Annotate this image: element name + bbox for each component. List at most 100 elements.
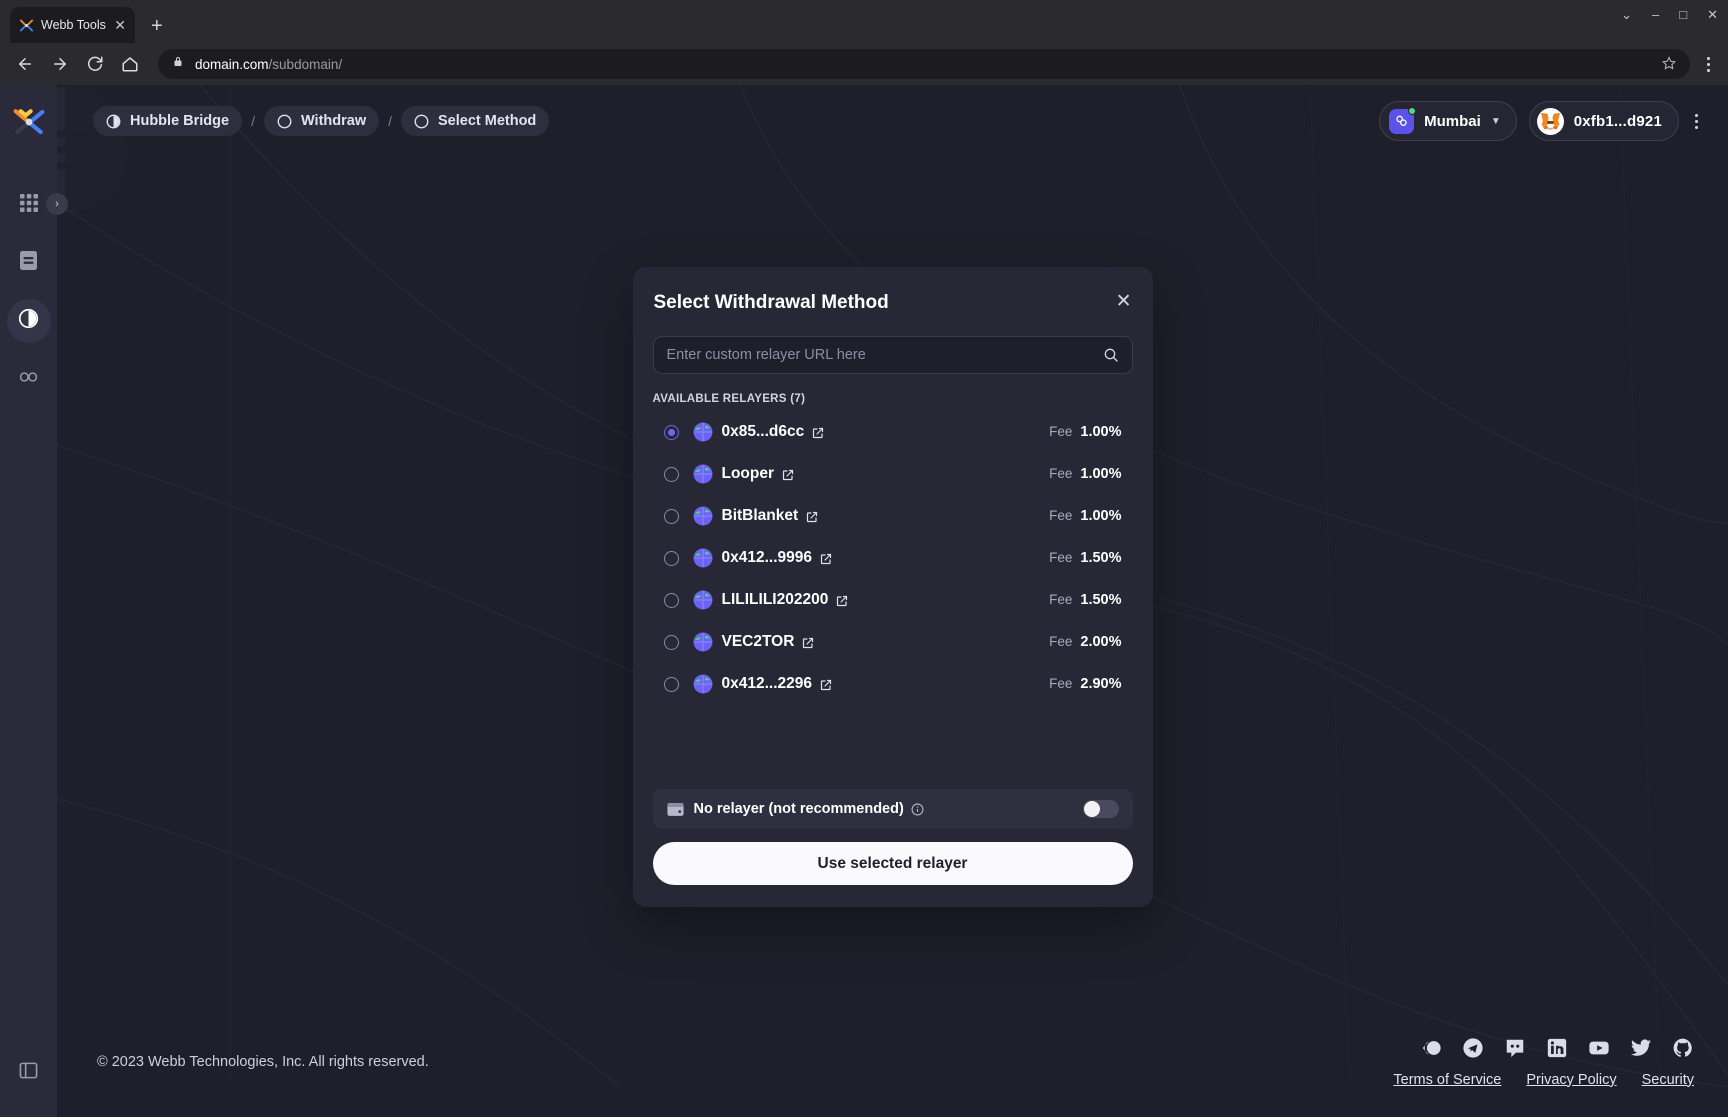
document-icon — [19, 250, 38, 276]
relayer-name: Looper — [721, 465, 775, 482]
copyright-text: © 2023 Webb Technologies, Inc. All right… — [97, 1054, 429, 1070]
sidebar-item-stats[interactable] — [7, 357, 51, 401]
sidebar-item-apps[interactable] — [7, 183, 51, 227]
relayer-fee: Fee 2.00% — [1049, 634, 1121, 650]
external-link-icon[interactable] — [812, 426, 824, 439]
telegram-icon[interactable] — [1462, 1037, 1484, 1059]
fee-value: 1.50% — [1080, 592, 1122, 608]
external-link-icon[interactable] — [836, 594, 848, 607]
use-selected-relayer-button[interactable]: Use selected relayer — [652, 842, 1133, 885]
url-domain: domain.com — [195, 56, 269, 72]
relayer-row[interactable]: LILILILI202200 Fee 1.50% — [653, 579, 1133, 621]
relayer-radio[interactable] — [663, 550, 679, 566]
sidebar-item-documents[interactable] — [7, 241, 51, 285]
close-icon[interactable]: ✕ — [1116, 292, 1132, 311]
breadcrumb-label: Select Method — [438, 113, 537, 129]
arrow-left-icon[interactable] — [14, 53, 36, 75]
browser-tabstrip: Webb Tools ✕ + ⌄ – □ ✕ — [0, 0, 1728, 43]
relayer-radio[interactable] — [663, 424, 679, 440]
maximize-button[interactable]: □ — [1679, 8, 1687, 21]
minimize-button[interactable]: – — [1652, 8, 1659, 21]
relayer-name: LILILILI202200 — [721, 591, 829, 608]
external-link-icon[interactable] — [820, 552, 832, 565]
breadcrumb-item-withdraw[interactable]: Withdraw — [263, 106, 380, 136]
relayer-row[interactable]: 0x412...2296 Fee 2.90% — [653, 663, 1133, 705]
footer-link-security[interactable]: Security — [1642, 1072, 1694, 1088]
twitter-icon[interactable] — [1630, 1037, 1652, 1059]
relayer-row[interactable]: 0x85...d6cc Fee 1.00% — [653, 411, 1133, 453]
globe-icon — [693, 464, 713, 484]
url-input[interactable]: domain.com/subdomain/ — [158, 49, 1690, 79]
relayer-radio[interactable] — [663, 508, 679, 524]
sidebar-item-bridge[interactable] — [6, 299, 51, 343]
relayer-name: VEC2TOR — [721, 633, 795, 650]
external-link-icon[interactable] — [806, 510, 818, 523]
external-link-icon[interactable] — [820, 678, 832, 691]
circle-icon — [414, 114, 429, 129]
new-tab-button[interactable]: + — [151, 16, 163, 36]
breadcrumb-item-select-method[interactable]: Select Method — [401, 106, 550, 136]
chain-selector-button[interactable]: Mumbai ▼ — [1379, 101, 1517, 141]
commonwealth-icon[interactable] — [1420, 1037, 1442, 1059]
tab-title: Webb Tools — [41, 18, 106, 32]
footer-link-privacy[interactable]: Privacy Policy — [1526, 1072, 1616, 1088]
discord-icon[interactable] — [1504, 1037, 1526, 1059]
relayer-row[interactable]: BitBlanket Fee 1.00% — [653, 495, 1133, 537]
kebab-menu-icon[interactable] — [1703, 56, 1714, 72]
book-icon — [19, 1061, 38, 1085]
relayer-radio[interactable] — [663, 466, 679, 482]
relayer-row[interactable]: Looper Fee 1.00% — [653, 453, 1133, 495]
search-input[interactable] — [666, 347, 1103, 363]
top-bar-actions: Mumbai ▼ 0xfb1...d921 — [1379, 101, 1702, 141]
window-close-button[interactable]: ✕ — [1707, 8, 1718, 21]
breadcrumb-label: Hubble Bridge — [130, 113, 230, 129]
globe-icon — [693, 422, 713, 442]
fee-label: Fee — [1049, 466, 1073, 481]
search-icon[interactable] — [1103, 347, 1119, 363]
chevron-right-icon: › — [55, 198, 59, 210]
no-relayer-toggle[interactable] — [1082, 800, 1119, 818]
fee-label: Fee — [1049, 424, 1073, 439]
toggle-knob — [1083, 801, 1100, 817]
modal-title: Select Withdrawal Method — [653, 292, 889, 313]
relayer-row[interactable]: VEC2TOR Fee 2.00% — [653, 621, 1133, 663]
info-circle-icon[interactable] — [911, 803, 924, 816]
sidebar-item-book[interactable] — [7, 1051, 51, 1095]
breadcrumb-label: Withdraw — [300, 113, 367, 129]
sidebar-collapse-toggle[interactable]: › — [46, 193, 68, 215]
account-address: 0xfb1...d921 — [1573, 112, 1662, 130]
browser-tab[interactable]: Webb Tools ✕ — [10, 7, 135, 43]
account-button[interactable]: 0xfb1...d921 — [1528, 101, 1679, 141]
relayer-radio[interactable] — [663, 634, 679, 650]
youtube-icon[interactable] — [1588, 1037, 1610, 1059]
globe-icon — [693, 506, 713, 526]
fee-label: Fee — [1049, 676, 1073, 691]
globe-icon — [693, 632, 713, 652]
top-bar: Hubble Bridge / Withdraw / Select Method… — [57, 85, 1728, 157]
github-icon[interactable] — [1672, 1037, 1694, 1059]
kebab-menu-icon[interactable] — [1691, 113, 1702, 129]
footer-link-terms[interactable]: Terms of Service — [1393, 1072, 1501, 1088]
modal-overlay: Select Withdrawal Method ✕ AVAILABLE REL… — [57, 157, 1728, 1007]
webb-logo-icon[interactable] — [12, 107, 46, 137]
star-icon[interactable] — [1661, 55, 1677, 73]
globe-icon — [693, 590, 713, 610]
fee-label: Fee — [1049, 550, 1073, 565]
relayer-row[interactable]: 0x412...9996 Fee 1.50% — [653, 537, 1133, 579]
relayer-radio[interactable] — [663, 592, 679, 608]
footer-right: Terms of Service Privacy Policy Security — [1393, 1037, 1694, 1088]
linkedin-icon[interactable] — [1546, 1037, 1568, 1059]
home-icon[interactable] — [119, 53, 141, 75]
relayer-fee: Fee 1.00% — [1049, 424, 1121, 440]
relayer-url-search[interactable] — [652, 336, 1133, 374]
chevron-down-icon[interactable]: ⌄ — [1621, 8, 1632, 21]
arrow-right-icon[interactable] — [49, 53, 71, 75]
reload-icon[interactable] — [84, 53, 106, 75]
breadcrumb-item-hubble-bridge[interactable]: Hubble Bridge — [93, 106, 243, 136]
close-icon[interactable]: ✕ — [114, 18, 126, 32]
relayer-radio[interactable] — [663, 676, 679, 692]
external-link-icon[interactable] — [802, 636, 814, 649]
external-link-icon[interactable] — [782, 468, 794, 481]
grid-icon — [19, 193, 39, 218]
no-relayer-row[interactable]: No relayer (not recommended) — [652, 789, 1133, 829]
